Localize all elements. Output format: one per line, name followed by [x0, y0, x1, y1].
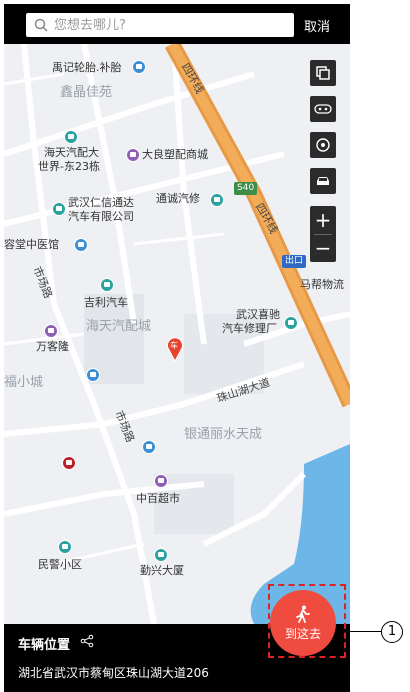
poi-label: 武汉仁信通达 [68, 196, 134, 209]
zoom-control: + − [310, 206, 336, 262]
exit-label: 出口 [282, 255, 307, 268]
poi-building-icon [58, 540, 72, 554]
share-icon[interactable] [80, 634, 94, 648]
poi-label: 民警小区 [38, 558, 82, 571]
poi-label: 汽车有限公司 [68, 210, 134, 223]
cancel-button[interactable]: 取消 [304, 16, 330, 35]
poi-label: 汽车修理厂 [222, 322, 277, 335]
poi-hospital-icon [74, 238, 88, 252]
poi-label: 禹记轮胎.补胎 [52, 61, 122, 74]
poi-label: 马帮物流 [300, 278, 344, 291]
poi-label: 武汉喜驰 [236, 308, 280, 321]
poi-label: 世界-东23栋 [38, 160, 100, 173]
vehicle-location-title: 车辆位置 [18, 638, 71, 653]
search-icon [34, 18, 48, 32]
callout-line [346, 631, 382, 632]
poi-label: 吉利汽车 [84, 296, 128, 309]
zoom-in-button[interactable]: + [310, 206, 336, 234]
layers-icon [316, 66, 330, 80]
map-view[interactable]: 四环线 四环线 市场路 市场路 珠山湖大道 S40 出口 禹记轮胎.补胎 鑫晶佳… [4, 44, 350, 624]
area-label: 福小城 [4, 375, 44, 390]
area-label: 鑫晶佳苑 [60, 85, 113, 100]
poi-building-icon [154, 548, 168, 562]
marker-label: 车 [170, 341, 178, 350]
vehicle-marker[interactable]: 车 [166, 336, 184, 366]
highlight-box [268, 584, 346, 658]
traffic-icon [314, 104, 332, 114]
poi-car-icon [132, 60, 146, 74]
poi-label: 大良塑配商城 [142, 148, 208, 161]
poi-label: 勤兴大厦 [140, 564, 184, 577]
locate-icon [316, 138, 330, 152]
search-box[interactable] [26, 13, 294, 37]
area-label: 银通丽水天成 [184, 427, 263, 442]
poi-label: 中百超市 [136, 492, 180, 505]
phone-screen: 取消 [4, 4, 350, 692]
poi-car-icon [64, 130, 78, 144]
poi-car-icon [52, 202, 66, 216]
area-label: 海天汽配城 [86, 319, 152, 334]
search-input[interactable] [54, 17, 274, 33]
layers-button[interactable] [310, 60, 336, 86]
poi-car-icon [284, 316, 298, 330]
poi-shop-icon [154, 474, 168, 488]
poi-label: 海天汽配大 [44, 146, 99, 159]
traffic-button[interactable] [310, 96, 336, 122]
locate-button[interactable] [310, 132, 336, 158]
poi-car-icon [100, 278, 114, 292]
top-bar: 取消 [4, 4, 350, 44]
poi-shop-icon [44, 324, 58, 338]
callout-number: 1 [381, 621, 403, 643]
highway-shield: S40 [234, 182, 258, 195]
poi-label: 万客隆 [36, 340, 69, 353]
car-icon [317, 177, 329, 185]
poi-shop-icon [126, 148, 140, 162]
zoom-divider [314, 234, 332, 235]
poi-car-icon [210, 193, 224, 207]
zoom-out-button[interactable]: − [310, 234, 336, 262]
poi-label: 容堂中医馆 [4, 238, 59, 251]
poi-metro-icon [62, 456, 76, 470]
poi-bus-icon [142, 440, 156, 454]
vehicle-address: 湖北省武汉市蔡甸区珠山湖大道206 [18, 666, 209, 680]
poi-bus-icon [86, 368, 100, 382]
poi-label: 通诚汽修 [156, 192, 200, 205]
vehicle-button[interactable] [310, 168, 336, 194]
